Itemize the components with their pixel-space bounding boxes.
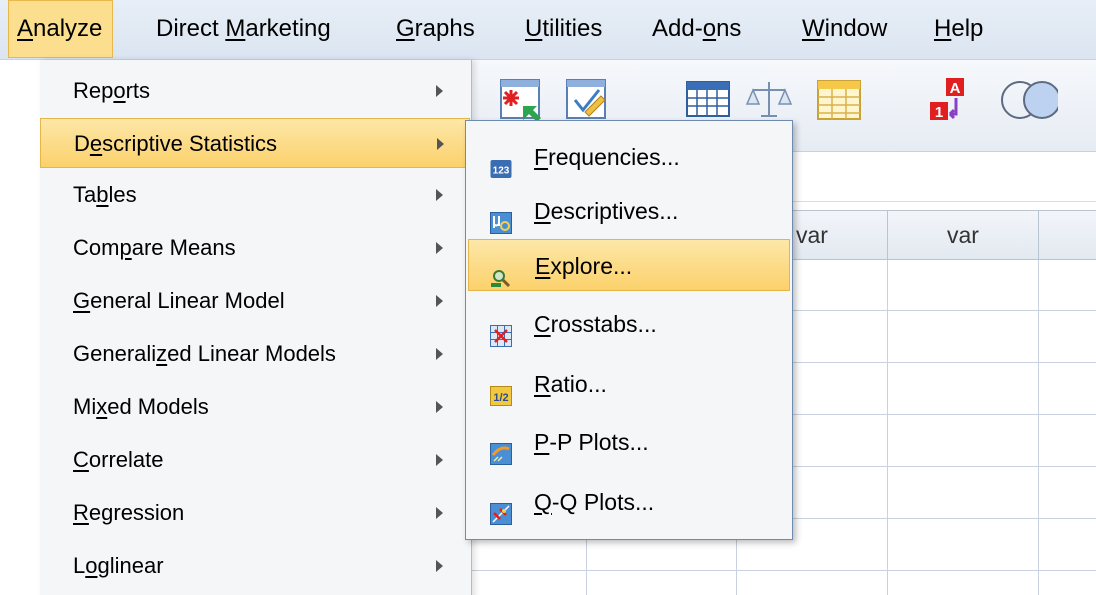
menu-item-label: Ratio... bbox=[534, 371, 607, 397]
submenu-arrow-icon bbox=[436, 507, 443, 519]
menu-accesskey: H bbox=[934, 15, 952, 42]
spreadsheet-icon[interactable] bbox=[815, 76, 863, 124]
explore-icon bbox=[491, 255, 513, 288]
menu-add-ons[interactable]: Add-ons bbox=[652, 0, 741, 58]
menu-label: elp bbox=[951, 15, 984, 42]
submenu-arrow-icon bbox=[436, 295, 443, 307]
menu-label: nalyze bbox=[33, 15, 103, 42]
frequencies-icon-text: 123 bbox=[493, 166, 510, 177]
menu-item-label: Q-Q Plots... bbox=[534, 489, 655, 515]
menu-help[interactable]: Help bbox=[934, 0, 983, 58]
menu-item-descriptives[interactable]: Descriptives... bbox=[468, 185, 790, 237]
submenu-arrow-icon bbox=[436, 401, 443, 413]
menu-accesskey: G bbox=[396, 15, 415, 42]
menu-accesskey: M bbox=[225, 15, 246, 42]
menu-item-descriptive-statistics[interactable]: Descriptive Statistics bbox=[40, 118, 470, 168]
submenu-arrow-icon bbox=[437, 138, 444, 150]
menu-item-label: Reports bbox=[73, 78, 151, 103]
menu-item-mixed-models[interactable]: Mixed Models bbox=[40, 382, 470, 432]
menu-item-ratio[interactable]: 1/2 Ratio... bbox=[468, 358, 790, 410]
column-header-label: var bbox=[796, 222, 828, 248]
menu-item-label: Generalized Linear Models bbox=[73, 341, 336, 366]
menu-item-label: Explore... bbox=[535, 253, 633, 279]
menu-item-label: Frequencies... bbox=[534, 144, 680, 170]
menu-item-correlate[interactable]: Correlate bbox=[40, 435, 470, 485]
menu-label: tilities bbox=[542, 15, 603, 42]
menu-utilities[interactable]: Utilities bbox=[525, 0, 602, 58]
submenu-arrow-icon bbox=[436, 560, 443, 572]
frequencies-icon: 123 bbox=[490, 146, 512, 178]
descriptive-statistics-submenu: 123 Frequencies... Descriptives... Explo… bbox=[465, 120, 793, 540]
menu-label: indow bbox=[824, 15, 888, 42]
submenu-arrow-icon bbox=[436, 189, 443, 201]
crosstabs-icon bbox=[490, 313, 512, 347]
menu-item-pp-plots[interactable]: P-P Plots... bbox=[468, 416, 790, 468]
ratio-icon: 1/2 bbox=[490, 373, 512, 406]
menu-item-explore[interactable]: Explore... bbox=[468, 239, 790, 291]
select-cases-icon[interactable] bbox=[497, 76, 545, 124]
menu-item-general-linear-model[interactable]: General Linear Model bbox=[40, 276, 470, 326]
menu-item-label: Loglinear bbox=[73, 553, 164, 578]
menu-analyze[interactable]: Analyze bbox=[8, 0, 114, 58]
descriptives-icon bbox=[490, 200, 512, 234]
menu-accesskey: A bbox=[17, 15, 34, 42]
column-header-label: var bbox=[947, 222, 979, 248]
menu-item-label: P-P Plots... bbox=[534, 429, 649, 455]
use-sets-icon[interactable] bbox=[998, 76, 1061, 124]
submenu-arrow-icon bbox=[436, 454, 443, 466]
menu-bar: Analyze Direct Marketing Graphs Utilitie… bbox=[0, 0, 1096, 60]
menu-item-label: Crosstabs... bbox=[534, 311, 657, 337]
scale-icon[interactable] bbox=[745, 76, 793, 124]
menu-item-label: Descriptive Statistics bbox=[74, 131, 277, 156]
column-header[interactable]: var bbox=[887, 210, 1039, 260]
data-view-icon[interactable] bbox=[685, 76, 733, 124]
menu-item-reports[interactable]: Reports bbox=[40, 66, 470, 116]
column-header[interactable] bbox=[1038, 210, 1096, 260]
menu-item-label: Correlate bbox=[73, 447, 164, 472]
menu-label: Add- bbox=[652, 15, 703, 42]
menu-item-regression[interactable]: Regression bbox=[40, 488, 470, 538]
menu-item-label: Tables bbox=[73, 182, 137, 207]
menu-item-label: Mixed Models bbox=[73, 394, 209, 419]
weight-cases-icon[interactable] bbox=[563, 76, 611, 124]
menu-item-tables[interactable]: Tables bbox=[40, 170, 470, 220]
submenu-arrow-icon bbox=[436, 348, 443, 360]
menu-item-frequencies[interactable]: 123 Frequencies... bbox=[468, 131, 790, 183]
menu-label: raphs bbox=[414, 15, 475, 42]
menu-accesskey: o bbox=[702, 15, 717, 42]
value-labels-a-text: A bbox=[950, 80, 961, 97]
ratio-icon-text: 1/2 bbox=[493, 392, 508, 404]
value-labels-icon[interactable]: A 1 bbox=[928, 76, 976, 124]
menu-label: Direct bbox=[156, 15, 226, 42]
value-labels-1-text: 1 bbox=[935, 104, 943, 121]
menu-accesskey: W bbox=[802, 15, 825, 42]
menu-item-generalized-linear-models[interactable]: Generalized Linear Models bbox=[40, 329, 470, 379]
menu-accesskey: U bbox=[525, 15, 543, 42]
menu-direct-marketing[interactable]: Direct Marketing bbox=[156, 0, 331, 58]
menu-item-loglinear[interactable]: Loglinear bbox=[40, 541, 470, 591]
grid-line bbox=[440, 570, 1096, 571]
menu-item-compare-means[interactable]: Compare Means bbox=[40, 223, 470, 273]
menu-item-crosstabs[interactable]: Crosstabs... bbox=[468, 298, 790, 350]
menu-window[interactable]: Window bbox=[802, 0, 887, 58]
analyze-menu: Reports Descriptive Statistics Tables Co… bbox=[40, 60, 472, 595]
menu-item-label: Regression bbox=[73, 500, 185, 525]
menu-label: ns bbox=[716, 15, 742, 42]
qq-plots-icon bbox=[490, 491, 512, 525]
submenu-arrow-icon bbox=[436, 242, 443, 254]
pp-plots-icon bbox=[490, 431, 512, 465]
menu-item-label: General Linear Model bbox=[73, 288, 285, 313]
menu-item-qq-plots[interactable]: Q-Q Plots... bbox=[468, 476, 790, 528]
menu-item-label: Compare Means bbox=[73, 235, 236, 260]
menu-graphs[interactable]: Graphs bbox=[396, 0, 475, 58]
menu-item-label: Descriptives... bbox=[534, 198, 679, 224]
menu-label: arketing bbox=[245, 15, 331, 42]
submenu-arrow-icon bbox=[436, 85, 443, 97]
